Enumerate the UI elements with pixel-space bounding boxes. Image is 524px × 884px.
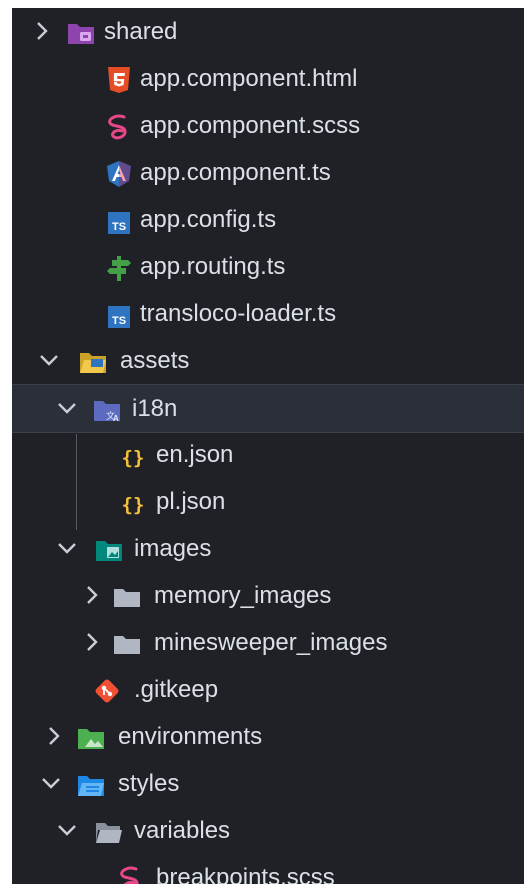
- tree-file-en-json[interactable]: {} en.json: [12, 431, 524, 478]
- html-file-icon: [104, 64, 134, 94]
- routing-file-icon: [104, 252, 134, 282]
- tree-file-breakpoints-scss[interactable]: breakpoints.scss: [12, 854, 524, 884]
- tree-item-label: variables: [134, 817, 231, 844]
- tree-folder-images[interactable]: images: [12, 525, 524, 572]
- chevron-right-icon[interactable]: [44, 713, 66, 760]
- tree-folder-i18n[interactable]: 文A i18n: [12, 384, 524, 433]
- tree-file-gitkeep[interactable]: .gitkeep: [12, 666, 524, 713]
- tree-file-transloco-loader-ts[interactable]: TS transloco-loader.ts: [12, 290, 524, 337]
- tree-item-label: memory_images: [154, 582, 332, 609]
- tree-item-label: .gitkeep: [134, 676, 219, 703]
- tree-folder-environments[interactable]: environments: [12, 713, 524, 760]
- tree-item-label: images: [134, 535, 212, 562]
- angular-component-icon: [104, 158, 134, 188]
- tree-item-label: app.component.html: [140, 65, 358, 92]
- chevron-right-icon[interactable]: [32, 8, 54, 55]
- tree-item-label: assets: [120, 347, 190, 374]
- folder-icon: [112, 628, 142, 658]
- tree-folder-assets[interactable]: assets: [12, 337, 524, 384]
- tree-item-label: app.config.ts: [140, 206, 277, 233]
- tree-file-app-component-scss[interactable]: app.component.scss: [12, 102, 524, 149]
- tree-item-label: pl.json: [156, 488, 226, 515]
- tree-folder-minesweeper-images[interactable]: minesweeper_images: [12, 619, 524, 666]
- chevron-down-icon[interactable]: [38, 337, 60, 384]
- folder-i18n-icon: 文A: [92, 394, 122, 424]
- tree-file-app-component-ts[interactable]: app.component.ts: [12, 149, 524, 196]
- tree-file-app-component-html[interactable]: app.component.html: [12, 55, 524, 102]
- tree-file-app-config-ts[interactable]: TS app.config.ts: [12, 196, 524, 243]
- tree-item-label: app.component.scss: [140, 112, 361, 139]
- git-file-icon: [92, 675, 122, 705]
- svg-text:TS: TS: [112, 315, 126, 327]
- tree-file-pl-json[interactable]: {} pl.json: [12, 478, 524, 525]
- folder-images-icon: [94, 534, 124, 564]
- chevron-down-icon[interactable]: [56, 385, 78, 432]
- folder-open-icon: [94, 816, 124, 846]
- chevron-down-icon[interactable]: [40, 760, 62, 807]
- chevron-right-icon[interactable]: [82, 572, 104, 619]
- file-explorer-tree: shared app.component.html app.component.…: [12, 8, 524, 884]
- svg-text:{}: {}: [122, 494, 145, 516]
- folder-icon: [112, 581, 142, 611]
- tree-item-label: environments: [118, 723, 263, 750]
- svg-text:{}: {}: [122, 447, 145, 469]
- tree-folder-styles[interactable]: styles: [12, 760, 524, 807]
- folder-shared-icon: [66, 17, 96, 47]
- tree-item-label: app.component.ts: [140, 159, 331, 186]
- svg-text:TS: TS: [112, 221, 126, 233]
- sass-file-icon: [116, 863, 146, 884]
- tree-item-label: transloco-loader.ts: [140, 300, 337, 327]
- tree-folder-memory-images[interactable]: memory_images: [12, 572, 524, 619]
- json-file-icon: {}: [118, 440, 148, 470]
- tree-item-label: en.json: [156, 441, 234, 468]
- tree-item-label: i18n: [132, 395, 178, 422]
- tree-item-label: styles: [118, 770, 180, 797]
- tree-item-label: breakpoints.scss: [156, 864, 335, 884]
- json-file-icon: {}: [118, 487, 148, 517]
- typescript-file-icon: TS: [104, 205, 134, 235]
- tree-item-label: app.routing.ts: [140, 253, 286, 280]
- tree-item-label: shared: [104, 18, 178, 45]
- tree-folder-shared[interactable]: shared: [12, 8, 524, 55]
- folder-css-icon: [76, 769, 106, 799]
- sass-file-icon: [104, 111, 134, 141]
- tree-file-app-routing-ts[interactable]: app.routing.ts: [12, 243, 524, 290]
- chevron-down-icon[interactable]: [56, 525, 78, 572]
- folder-assets-icon: [78, 346, 108, 376]
- tree-item-label: minesweeper_images: [154, 629, 388, 656]
- svg-text:A: A: [113, 414, 119, 423]
- folder-environment-icon: [76, 722, 106, 752]
- tree-folder-variables[interactable]: variables: [12, 807, 524, 854]
- typescript-file-icon: TS: [104, 299, 134, 329]
- chevron-right-icon[interactable]: [82, 619, 104, 666]
- chevron-down-icon[interactable]: [56, 807, 78, 854]
